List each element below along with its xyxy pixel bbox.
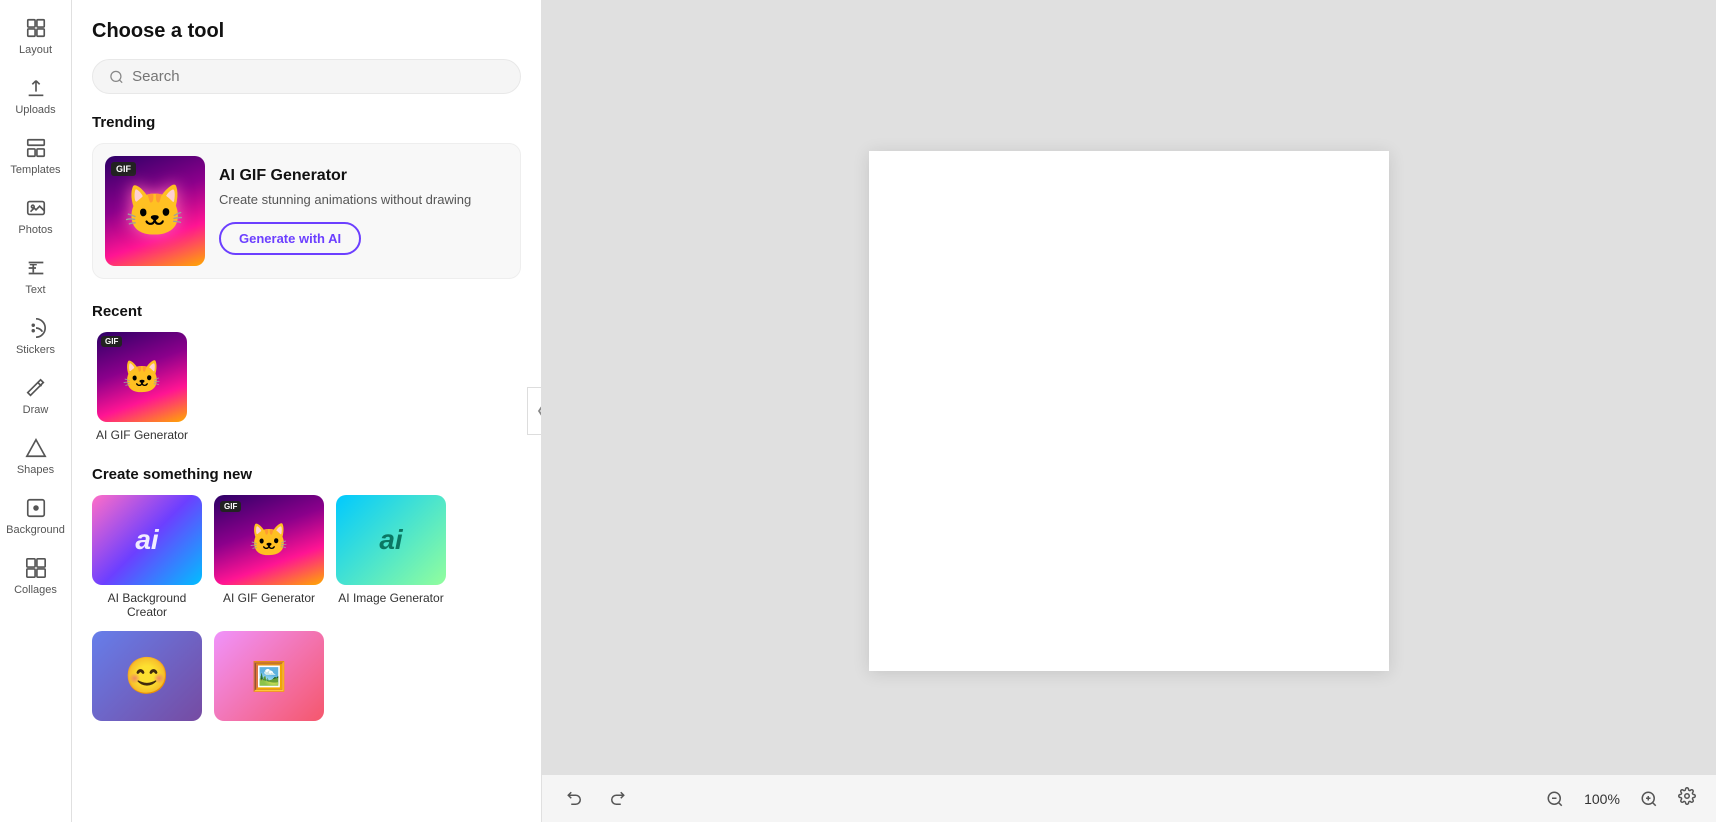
search-icon	[109, 69, 124, 85]
create-item-tool5[interactable]: 🖼️	[214, 631, 324, 727]
settings-button[interactable]	[1674, 783, 1700, 815]
layout-icon	[24, 16, 48, 40]
redo-button[interactable]	[600, 786, 634, 812]
panel-title: Choose a tool	[92, 20, 521, 43]
sidebar-item-text[interactable]: T Text	[4, 248, 68, 304]
recent-item-gif[interactable]: GIF 🐱 AI GIF Generator	[92, 332, 192, 442]
search-bar[interactable]	[92, 59, 521, 94]
sidebar-nav: Layout Uploads Templates Photos	[0, 0, 72, 822]
sidebar-item-shapes-label: Shapes	[17, 464, 54, 476]
sidebar-item-uploads[interactable]: Uploads	[4, 68, 68, 124]
sidebar-item-shapes[interactable]: Shapes	[4, 428, 68, 484]
sidebar-item-layout[interactable]: Layout	[4, 8, 68, 64]
sidebar-item-background[interactable]: Background	[4, 488, 68, 544]
create-thumb-ai-gif: GIF 🐱	[214, 495, 324, 585]
recent-thumb-gif: GIF 🐱	[97, 332, 187, 422]
collages-icon	[24, 556, 48, 580]
create-label-ai-background: AI Background Creator	[92, 591, 202, 619]
templates-icon	[24, 136, 48, 160]
sidebar-item-draw[interactable]: Draw	[4, 368, 68, 424]
draw-icon	[24, 376, 48, 400]
gif-badge: GIF	[111, 162, 136, 176]
uploads-icon	[24, 76, 48, 100]
sidebar-item-photos[interactable]: Photos	[4, 188, 68, 244]
sidebar-item-templates[interactable]: Templates	[4, 128, 68, 184]
sidebar-item-collages[interactable]: Collages	[4, 548, 68, 604]
recent-section-title: Recent	[92, 303, 521, 320]
trending-tool-name: AI GIF Generator	[219, 167, 508, 185]
gif-small-badge: GIF	[101, 336, 122, 347]
photos-icon	[24, 196, 48, 220]
trending-card: GIF 🐱 AI GIF Generator Create stunning a…	[92, 143, 521, 279]
sidebar-item-photos-label: Photos	[18, 224, 52, 236]
svg-text:T: T	[29, 262, 37, 276]
generate-with-ai-button[interactable]: Generate with AI	[219, 222, 361, 255]
zoom-level-display: 100%	[1580, 791, 1624, 807]
create-thumb-ai-image: ai	[336, 495, 446, 585]
create-thumb-tool4: 😊	[92, 631, 202, 721]
sidebar-item-background-label: Background	[6, 524, 65, 536]
zoom-in-button[interactable]	[1632, 786, 1666, 812]
create-items-grid: ai AI Background Creator GIF 🐱 AI GIF Ge…	[92, 495, 521, 727]
create-thumb-ai-background: ai	[92, 495, 202, 585]
cat-silhouette: 🐱	[124, 182, 186, 241]
create-label-ai-gif: AI GIF Generator	[223, 591, 315, 605]
recent-items-row: GIF 🐱 AI GIF Generator	[92, 332, 521, 442]
bottom-bar: 100%	[542, 774, 1716, 822]
sidebar-item-stickers[interactable]: Stickers	[4, 308, 68, 364]
create-section-title: Create something new	[92, 466, 521, 483]
sidebar-item-draw-label: Draw	[23, 404, 49, 416]
search-input[interactable]	[132, 68, 504, 85]
trending-info: AI GIF Generator Create stunning animati…	[219, 167, 508, 254]
background-icon	[24, 496, 48, 520]
trending-thumbnail: GIF 🐱	[105, 156, 205, 266]
text-icon: T	[24, 256, 48, 280]
sidebar-item-collages-label: Collages	[14, 584, 57, 596]
create-item-ai-background[interactable]: ai AI Background Creator	[92, 495, 202, 619]
canvas-paper	[869, 151, 1389, 671]
tool-panel: Choose a tool Trending GIF 🐱 AI GIF Gene…	[72, 0, 542, 822]
recent-item-gif-label: AI GIF Generator	[96, 428, 188, 442]
canvas-workspace[interactable]	[542, 0, 1716, 822]
undo-redo-group	[558, 786, 634, 812]
sidebar-item-stickers-label: Stickers	[16, 344, 55, 356]
create-item-ai-image[interactable]: ai AI Image Generator	[336, 495, 446, 619]
create-thumb-tool5: 🖼️	[214, 631, 324, 721]
trending-section-title: Trending	[92, 114, 521, 131]
zoom-out-button[interactable]	[1538, 786, 1572, 812]
create-item-tool4[interactable]: 😊	[92, 631, 202, 727]
create-item-ai-gif[interactable]: GIF 🐱 AI GIF Generator	[214, 495, 324, 619]
shapes-icon	[24, 436, 48, 460]
sidebar-item-text-label: Text	[25, 284, 45, 296]
canvas-area: 100%	[542, 0, 1716, 822]
panel-collapse-handle[interactable]	[527, 387, 542, 435]
sidebar-item-templates-label: Templates	[10, 164, 60, 176]
trending-tool-description: Create stunning animations without drawi…	[219, 191, 508, 209]
undo-button[interactable]	[558, 786, 592, 812]
sidebar-item-uploads-label: Uploads	[15, 104, 55, 116]
sidebar-item-layout-label: Layout	[19, 44, 52, 56]
stickers-icon	[24, 316, 48, 340]
create-label-ai-image: AI Image Generator	[338, 591, 443, 605]
